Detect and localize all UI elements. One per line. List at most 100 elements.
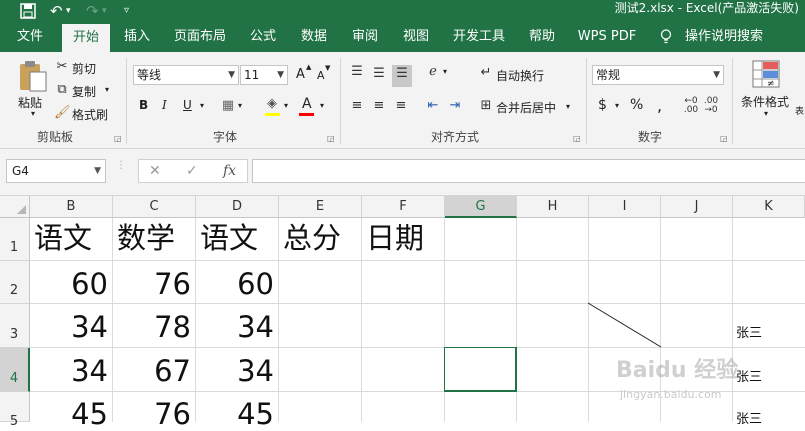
conditional-formatting-icon[interactable]: ≠ [752, 60, 782, 90]
fill-color-dropdown-icon[interactable]: ▾ [284, 101, 288, 110]
cell-c1[interactable]: 数学 [117, 221, 175, 255]
enter-icon[interactable]: ✓ [186, 160, 198, 182]
save-icon[interactable] [20, 0, 36, 22]
clipboard-launcher-icon[interactable]: ◲ [114, 134, 122, 143]
undo-dropdown-icon[interactable]: ▾ [66, 0, 71, 22]
copy-icon[interactable]: ⧉ [54, 81, 70, 99]
formula-input[interactable] [252, 159, 805, 183]
insert-function-button[interactable]: fx [223, 160, 236, 182]
font-color-dropdown-icon[interactable]: ▾ [320, 101, 324, 110]
comma-button[interactable]: , [657, 96, 662, 115]
tab-review[interactable]: 审阅 [345, 22, 385, 52]
copy-button[interactable]: 复制 [72, 83, 96, 100]
cell-d1[interactable]: 语文 [200, 221, 258, 255]
worksheet-grid[interactable]: B C D E F G H I J K 1 2 3 4 5 语文 数学 语文 总… [0, 195, 805, 431]
currency-button[interactable]: $ [598, 97, 607, 113]
column-header-g[interactable]: G [445, 196, 517, 218]
tab-formulas[interactable]: 公式 [243, 22, 283, 52]
cell-b2[interactable]: 60 [30, 267, 108, 301]
row-header-4[interactable]: 4 [0, 348, 30, 392]
row-header-2[interactable]: 2 [0, 261, 30, 304]
conditional-formatting-button[interactable]: 条件格式 [741, 93, 789, 110]
paste-icon[interactable] [18, 60, 48, 92]
align-center-icon[interactable]: ≡ [370, 97, 388, 115]
align-left-icon[interactable]: ≡ [348, 97, 366, 115]
column-header-i[interactable]: I [589, 196, 661, 218]
row-header-5[interactable]: 5 [0, 392, 30, 429]
italic-button[interactable]: I [162, 98, 167, 112]
format-as-table-button[interactable]: 表 [795, 104, 804, 117]
active-cell-g4[interactable] [444, 347, 517, 392]
align-top-icon[interactable]: ☰ [348, 63, 366, 81]
paste-button[interactable]: 粘贴 [18, 94, 42, 111]
number-format-select[interactable]: 常规 ▼ [592, 65, 724, 85]
cell-b3[interactable]: 34 [30, 310, 108, 344]
tab-developer[interactable]: 开发工具 [448, 22, 510, 52]
cell-d5[interactable]: 45 [196, 397, 274, 431]
alignment-launcher-icon[interactable]: ◲ [573, 134, 581, 143]
wrap-text-icon[interactable]: ↵ [478, 64, 494, 82]
column-header-b[interactable]: B [30, 196, 113, 218]
tab-data[interactable]: 数据 [294, 22, 334, 52]
merge-center-button[interactable]: 合并后居中 [496, 99, 556, 116]
cell-k5[interactable]: 张三 [736, 412, 762, 428]
copy-dropdown-icon[interactable]: ▾ [105, 85, 109, 94]
tab-help[interactable]: 帮助 [522, 22, 562, 52]
column-header-k[interactable]: K [733, 196, 805, 218]
diagonal-line-shape[interactable] [587, 302, 663, 348]
tab-page-layout[interactable]: 页面布局 [168, 22, 232, 52]
customize-quick-access-icon[interactable]: ▿ [124, 0, 129, 22]
fill-color-icon[interactable]: ◈ [264, 95, 280, 113]
underline-dropdown-icon[interactable]: ▾ [200, 101, 204, 110]
tab-wps-pdf[interactable]: WPS PDF [574, 22, 640, 52]
wrap-text-button[interactable]: 自动换行 [496, 67, 544, 84]
tell-me-search[interactable]: 操作说明搜索 [682, 22, 766, 52]
borders-dropdown-icon[interactable]: ▾ [238, 101, 242, 110]
cell-k4[interactable]: 张三 [736, 370, 762, 386]
conditional-formatting-dropdown-icon[interactable]: ▾ [764, 109, 768, 118]
cell-d2[interactable]: 60 [196, 267, 274, 301]
column-header-e[interactable]: E [279, 196, 362, 218]
column-header-d[interactable]: D [196, 196, 279, 218]
tab-file[interactable]: 文件 [8, 22, 52, 52]
cell-c4[interactable]: 67 [113, 354, 191, 388]
decrease-indent-icon[interactable]: ⇤ [424, 97, 442, 115]
borders-icon[interactable]: ▦ [220, 97, 236, 115]
cell-b4[interactable]: 34 [30, 354, 108, 388]
name-box[interactable]: G4 ▼ [6, 159, 106, 183]
cancel-icon[interactable]: ✕ [149, 160, 161, 182]
column-header-h[interactable]: H [517, 196, 589, 218]
increase-decimal-icon[interactable]: ←0.00 [683, 97, 699, 115]
orientation-icon[interactable]: ℯ [424, 63, 442, 81]
cut-button[interactable]: 剪切 [72, 60, 96, 77]
currency-dropdown-icon[interactable]: ▾ [615, 101, 619, 110]
cell-b5[interactable]: 45 [30, 397, 108, 431]
column-header-f[interactable]: F [362, 196, 445, 218]
cell-c3[interactable]: 78 [113, 310, 191, 344]
cell-f1[interactable]: 日期 [366, 221, 424, 255]
decrease-decimal-icon[interactable]: .00 →0 [703, 97, 719, 115]
tab-home[interactable]: 开始 [62, 24, 110, 52]
grow-font-button[interactable]: A [296, 67, 305, 82]
font-color-button[interactable]: A [302, 96, 312, 112]
cut-icon[interactable]: ✂ [54, 58, 70, 76]
undo-icon[interactable]: ↶ [50, 0, 63, 22]
cell-d3[interactable]: 34 [196, 310, 274, 344]
row-header-1[interactable]: 1 [0, 218, 30, 261]
cell-k3[interactable]: 张三 [736, 326, 762, 342]
shrink-font-button[interactable]: A [317, 69, 325, 82]
column-header-j[interactable]: J [661, 196, 733, 218]
tab-insert[interactable]: 插入 [116, 22, 158, 52]
redo-icon[interactable]: ↷ [86, 0, 99, 22]
align-bottom-icon[interactable]: ☰ [392, 65, 412, 87]
formula-bar-grip[interactable]: ⋮ [116, 161, 126, 179]
redo-dropdown-icon[interactable]: ▾ [102, 0, 107, 22]
bold-button[interactable]: B [139, 98, 148, 112]
align-middle-icon[interactable]: ☰ [370, 65, 388, 83]
increase-indent-icon[interactable]: ⇥ [446, 97, 464, 115]
align-right-icon[interactable]: ≡ [392, 97, 410, 115]
cell-d4[interactable]: 34 [196, 354, 274, 388]
tab-view[interactable]: 视图 [396, 22, 436, 52]
paste-dropdown-icon[interactable]: ▾ [31, 109, 35, 118]
format-painter-icon[interactable]: 🖌 [54, 104, 71, 122]
